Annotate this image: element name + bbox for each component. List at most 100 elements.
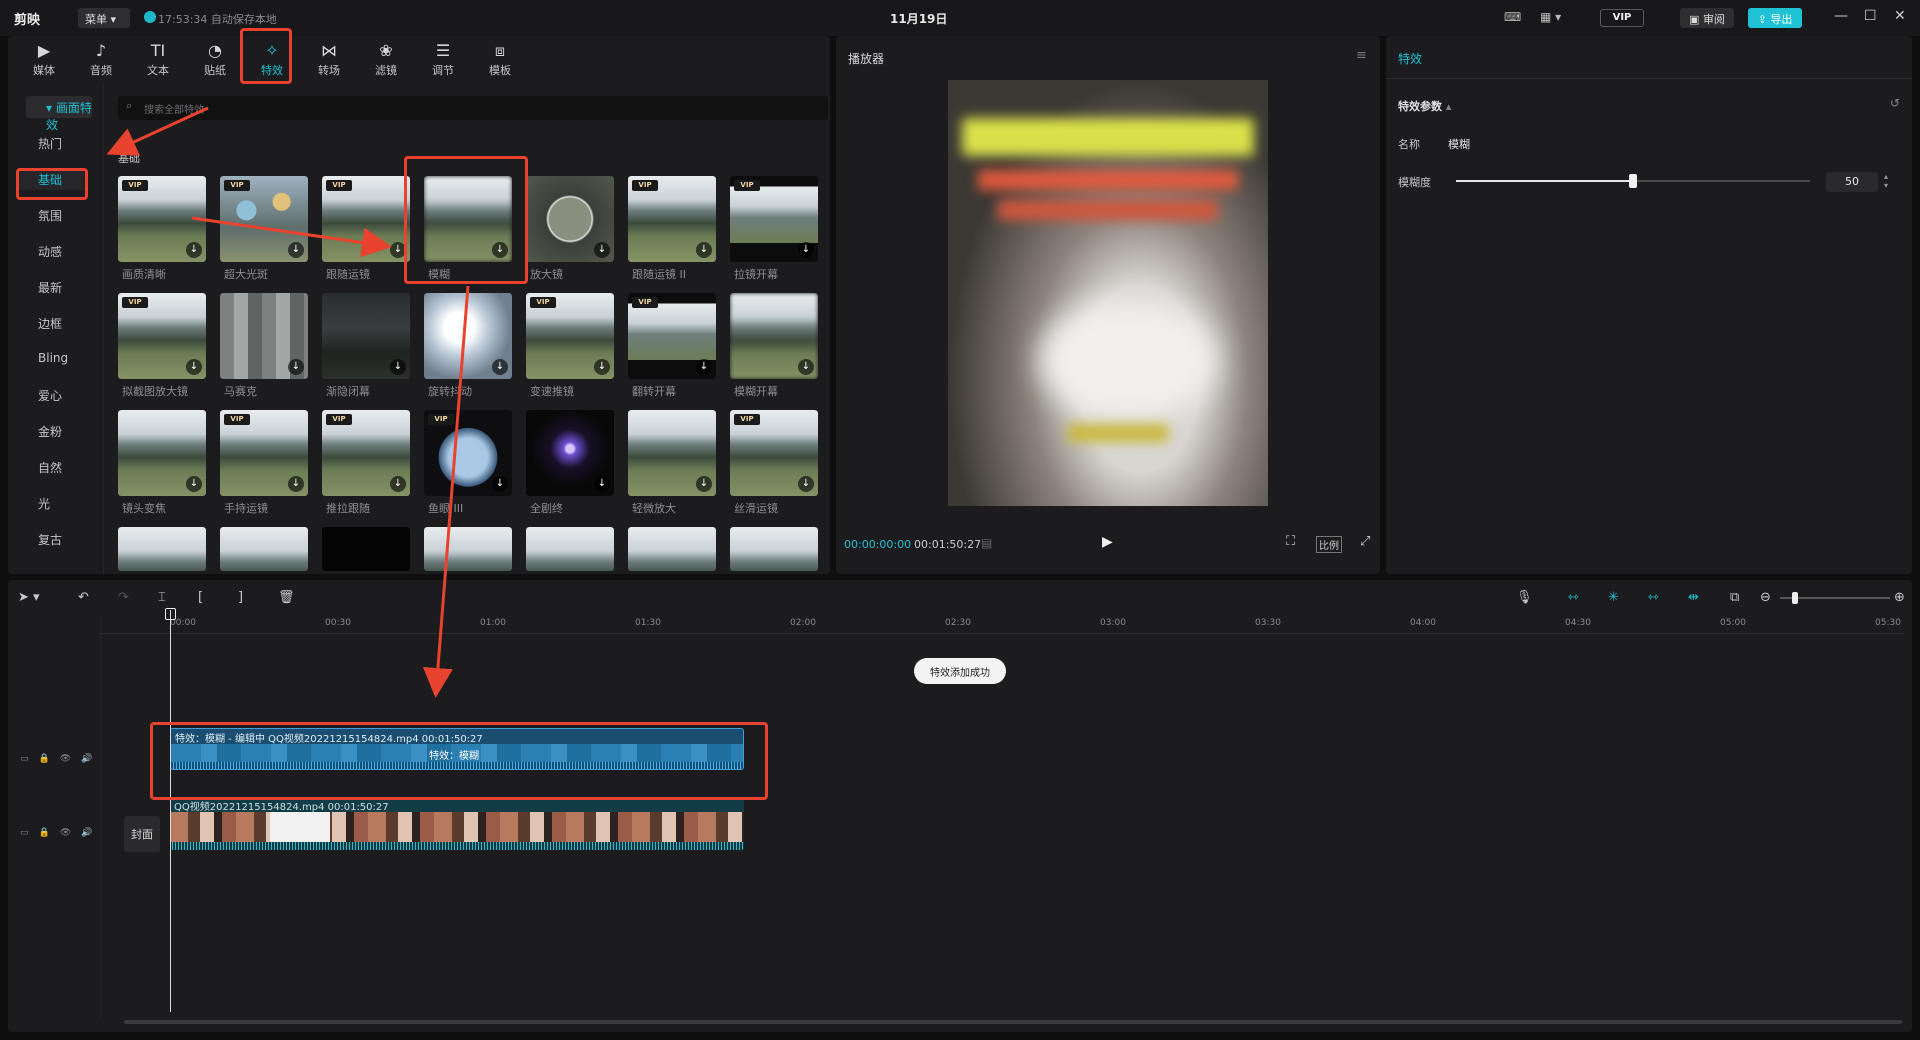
close-icon[interactable]: ✕ <box>1894 8 1906 24</box>
fx-track-controls[interactable]: ▭🔒👁🔊 <box>20 754 102 764</box>
shortcut-icon[interactable]: ⌨ <box>1504 10 1521 24</box>
play-icon[interactable]: ▶ <box>1102 534 1113 550</box>
tab-filter[interactable]: ❀ 滤镜 <box>360 40 412 82</box>
minimize-icon[interactable]: — <box>1834 8 1848 24</box>
layout-icon[interactable]: ▦ ▾ <box>1540 10 1561 24</box>
tab-template[interactable]: ⧈ 模板 <box>474 40 526 82</box>
download-icon[interactable]: ↓ <box>798 242 814 258</box>
expand-icon[interactable]: ⤢ <box>1360 534 1370 549</box>
download-icon[interactable]: ↓ <box>594 476 610 492</box>
effect-thumbnail[interactable] <box>526 527 614 571</box>
video-clip[interactable]: QQ视频20221215154824.mp4 00:01:50:27 <box>170 798 744 850</box>
effect-thumbnail[interactable]: ↓ <box>730 293 818 379</box>
download-icon[interactable]: ↓ <box>186 359 202 375</box>
timecode-format-icon[interactable]: ▤ <box>981 536 992 550</box>
tab-adjust[interactable]: ☰ 调节 <box>417 40 469 82</box>
properties-tab[interactable]: 特效 <box>1398 50 1422 67</box>
reset-icon[interactable]: ↺ <box>1890 96 1900 110</box>
select-tool-icon[interactable]: ➤ ▾ <box>18 590 40 605</box>
zoom-in-icon[interactable]: ⊕ <box>1894 590 1905 605</box>
zoom-slider-handle[interactable] <box>1792 592 1798 604</box>
menu-button[interactable]: 菜单 ▾ <box>78 8 130 28</box>
vip-badge[interactable]: VIP <box>1600 9 1644 27</box>
blur-value-input[interactable]: 50 <box>1826 172 1878 192</box>
category-item[interactable]: 最新 <box>18 276 84 298</box>
effect-thumbnail[interactable]: ↓ <box>424 293 512 379</box>
tab-media[interactable]: ▶ 媒体 <box>18 40 70 82</box>
effect-thumbnail[interactable]: VIP ↓ <box>526 293 614 379</box>
category-group-screen-effects[interactable]: ▾ 画面特效 <box>26 96 92 132</box>
category-item[interactable]: 氛围 <box>18 204 84 226</box>
maximize-icon[interactable]: ☐ <box>1864 8 1877 24</box>
video-preview[interactable] <box>948 80 1268 506</box>
download-icon[interactable]: ↓ <box>594 359 610 375</box>
effect-thumbnail[interactable]: VIP ↓ <box>220 176 308 262</box>
linkage-icon[interactable]: ⇿ <box>1648 590 1659 605</box>
microphone-icon[interactable]: 🎙 <box>1516 590 1533 605</box>
tab-transition[interactable]: ⋈ 转场 <box>303 40 355 82</box>
category-item[interactable]: 爱心 <box>18 384 84 406</box>
category-item[interactable]: 热门 <box>18 132 84 154</box>
review-button[interactable]: ▣ 审阅 <box>1680 8 1734 28</box>
cover-button[interactable]: 封面 <box>124 816 160 852</box>
download-icon[interactable]: ↓ <box>288 359 304 375</box>
download-icon[interactable]: ↓ <box>798 359 814 375</box>
category-item[interactable]: 金粉 <box>18 420 84 442</box>
effect-thumbnail[interactable]: VIP ↓ <box>220 410 308 496</box>
video-track-controls[interactable]: ▭🔒👁🔊 <box>20 828 102 838</box>
effect-thumbnail[interactable]: VIP ↓ <box>730 410 818 496</box>
effect-thumbnail[interactable] <box>118 527 206 571</box>
blur-slider-handle[interactable] <box>1629 174 1637 188</box>
download-icon[interactable]: ↓ <box>696 359 712 375</box>
download-icon[interactable]: ↓ <box>390 359 406 375</box>
stepper-icon[interactable]: ▴ ▾ <box>1884 172 1888 190</box>
download-icon[interactable]: ↓ <box>492 476 508 492</box>
download-icon[interactable]: ↓ <box>696 242 712 258</box>
download-icon[interactable]: ↓ <box>390 476 406 492</box>
trim-left-icon[interactable]: [ <box>198 590 203 605</box>
effect-thumbnail[interactable]: VIP ↓ <box>628 176 716 262</box>
download-icon[interactable]: ↓ <box>288 476 304 492</box>
effect-thumbnail[interactable] <box>628 527 716 571</box>
download-icon[interactable]: ↓ <box>594 242 610 258</box>
effect-thumbnail[interactable]: VIP ↓ <box>628 293 716 379</box>
category-item[interactable]: 边框 <box>18 312 84 334</box>
effect-thumbnail[interactable]: VIP ↓ <box>424 410 512 496</box>
effect-thumbnail[interactable]: ↓ <box>526 410 614 496</box>
snap-icon[interactable]: ✳ <box>1608 590 1619 605</box>
playhead[interactable] <box>170 610 171 1012</box>
effect-thumbnail[interactable] <box>220 527 308 571</box>
download-icon[interactable]: ↓ <box>492 359 508 375</box>
timeline-scrollbar[interactable] <box>124 1020 1902 1024</box>
redo-icon[interactable]: ↷ <box>118 590 129 605</box>
effect-thumbnail[interactable] <box>730 527 818 571</box>
tab-audio[interactable]: ♪ 音频 <box>75 40 127 82</box>
zoom-out-icon[interactable]: ⊖ <box>1760 590 1771 605</box>
download-icon[interactable]: ↓ <box>186 242 202 258</box>
delete-icon[interactable]: 🗑 <box>278 590 295 605</box>
undo-icon[interactable]: ↶ <box>78 590 89 605</box>
effect-thumbnail[interactable]: ↓ <box>628 410 716 496</box>
category-item[interactable]: Bling <box>18 348 84 370</box>
effect-thumbnail[interactable] <box>322 527 410 571</box>
category-item[interactable]: 复古 <box>18 528 84 550</box>
category-item[interactable]: 动感 <box>18 240 84 262</box>
category-item[interactable]: 自然 <box>18 456 84 478</box>
export-button[interactable]: ⇪ 导出 <box>1748 8 1802 28</box>
effect-thumbnail[interactable] <box>424 527 512 571</box>
fit-icon[interactable]: ⧉ <box>1730 590 1739 605</box>
download-icon[interactable]: ↓ <box>696 476 712 492</box>
fullscreen-view-icon[interactable]: ⛶ <box>1286 534 1295 549</box>
link-main-track-icon[interactable]: ⇿ <box>1568 590 1579 605</box>
effect-thumbnail[interactable]: VIP ↓ <box>322 176 410 262</box>
category-item[interactable]: 光 <box>18 492 84 514</box>
effect-thumbnail[interactable]: ↓ <box>118 410 206 496</box>
download-icon[interactable]: ↓ <box>288 242 304 258</box>
download-icon[interactable]: ↓ <box>798 476 814 492</box>
effect-thumbnail[interactable]: ↓ <box>526 176 614 262</box>
effect-thumbnail[interactable]: VIP ↓ <box>118 293 206 379</box>
split-icon[interactable]: ⌶ <box>158 590 166 605</box>
tab-text[interactable]: TI 文本 <box>132 40 184 82</box>
effect-thumbnail[interactable]: ↓ <box>322 293 410 379</box>
download-icon[interactable]: ↓ <box>186 476 202 492</box>
